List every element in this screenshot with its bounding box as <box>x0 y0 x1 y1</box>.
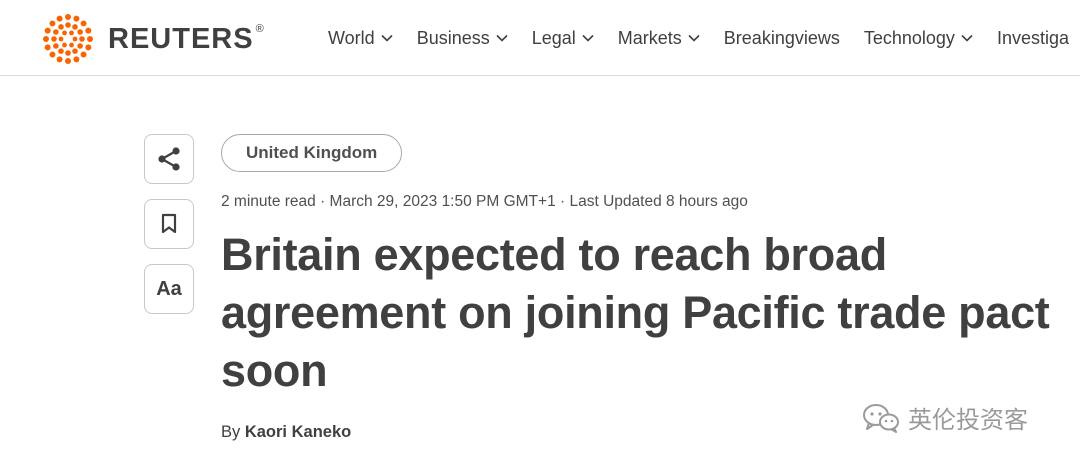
category-tag[interactable]: United Kingdom <box>221 134 403 172</box>
chevron-down-icon <box>381 34 393 42</box>
nav-item-label: World <box>328 27 375 48</box>
nav-item-label: Breakingviews <box>723 27 840 48</box>
nav-item-label: Markets <box>617 27 682 48</box>
nav-item-technology[interactable]: Technology <box>864 28 973 49</box>
nav-item-breakingviews[interactable]: Breakingviews <box>724 28 840 49</box>
share-button[interactable] <box>144 134 194 184</box>
chevron-down-icon <box>961 34 973 42</box>
category-label: United Kingdom <box>246 143 378 162</box>
nav-item-markets[interactable]: Markets <box>618 28 700 49</box>
nav-item-label: Business <box>416 27 490 48</box>
bookmark-button[interactable] <box>144 199 194 249</box>
byline-prefix: By <box>221 423 245 441</box>
nav-item-label: Legal <box>531 27 576 48</box>
site-header: REUTERS ® World Business Legal Markets Breaki… <box>0 0 1080 76</box>
nav-item-investiga[interactable]: Investiga <box>997 28 1069 49</box>
nav-item-world[interactable]: World <box>328 28 393 49</box>
logo-wordmark: REUTERS ® <box>108 22 265 55</box>
article-meta: 2 minute read · March 29, 2023 1:50 PM G… <box>221 193 748 210</box>
wechat-icon <box>863 403 899 433</box>
main-nav: World Business Legal Markets Breakingviews Te… <box>328 0 1080 76</box>
chevron-down-icon <box>496 34 508 42</box>
chevron-down-icon <box>582 34 594 42</box>
watermark: 英伦投资客 <box>862 400 1028 435</box>
bookmark-icon <box>161 213 177 234</box>
nav-item-label: Technology <box>863 27 955 48</box>
reuters-logo[interactable]: REUTERS ® <box>40 11 265 67</box>
share-icon <box>158 147 180 171</box>
nav-item-business[interactable]: Business <box>417 28 508 49</box>
author-link[interactable]: Kaori Kaneko <box>245 423 351 441</box>
watermark-text: 英伦投资客 <box>908 407 1028 434</box>
nav-item-legal[interactable]: Legal <box>532 28 594 49</box>
byline: By Kaori Kaneko <box>221 423 351 442</box>
text-size-button[interactable]: Aa <box>144 264 194 314</box>
chevron-down-icon <box>688 34 700 42</box>
article-headline: Britain expected to reach broad agreemen… <box>221 229 1050 396</box>
nav-item-label: Investiga <box>996 27 1069 48</box>
reuters-logo-icon <box>43 14 93 64</box>
text-size-label: Aa <box>156 277 182 300</box>
